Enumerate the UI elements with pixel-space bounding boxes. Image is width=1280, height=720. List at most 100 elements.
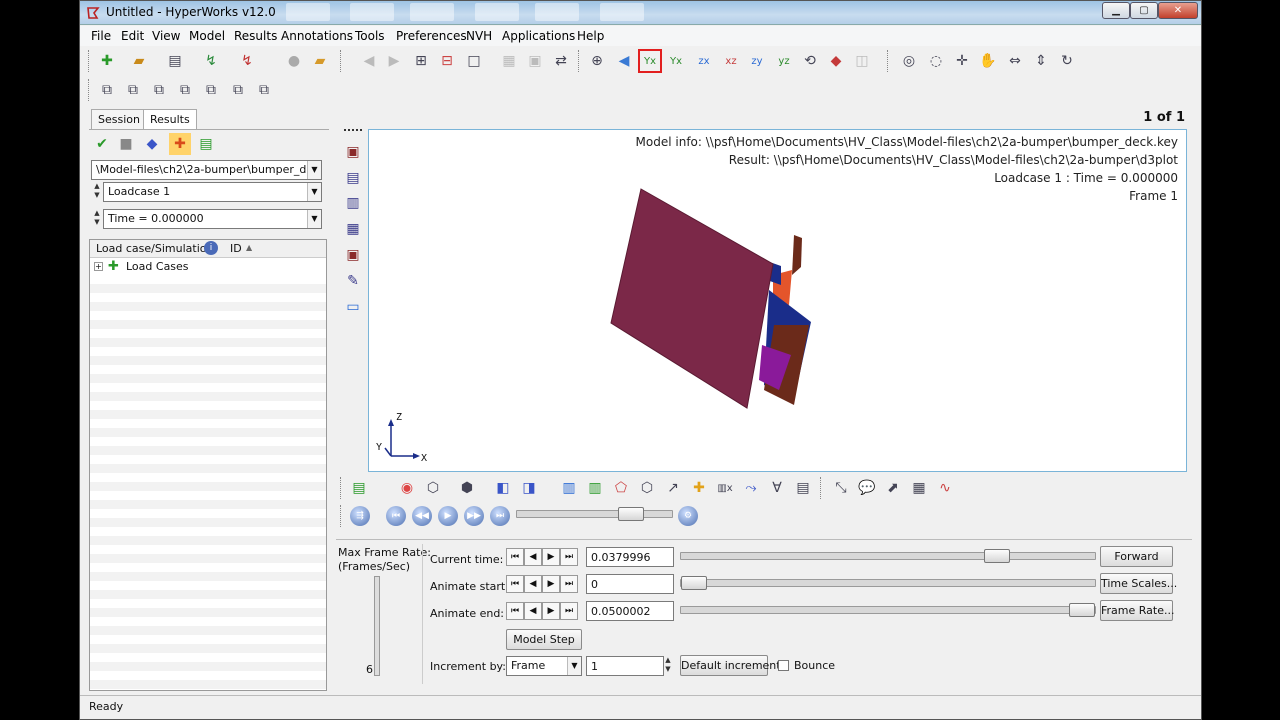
window-tool-1-icon[interactable]: ⧉	[96, 79, 118, 101]
window-tool-2-icon[interactable]: ⧉	[122, 79, 144, 101]
first-step-icon[interactable]: ⏮	[506, 575, 524, 593]
snap-icon[interactable]: ◫	[851, 50, 873, 72]
last-step-icon[interactable]: ⏭	[560, 602, 578, 620]
last-step-icon[interactable]: ⏭	[560, 548, 578, 566]
probe-icon[interactable]: ⬈	[882, 477, 904, 499]
menu-results[interactable]: Results	[234, 29, 277, 43]
current-time-input[interactable]: 0.0379996	[586, 547, 674, 567]
frame-rate-button[interactable]: Frame Rate...	[1100, 600, 1174, 621]
tree-item-load-cases[interactable]: Load Cases	[126, 260, 189, 273]
animate-icon[interactable]: ▤	[342, 167, 364, 189]
folder-icon[interactable]: ▰	[309, 50, 331, 72]
view-yz-icon[interactable]: yz	[773, 50, 795, 72]
export-icon[interactable]: ↯	[236, 50, 258, 72]
frame-rate-slider[interactable]	[374, 576, 380, 676]
expand-icon[interactable]: +	[94, 262, 103, 271]
next-frame-icon[interactable]: ▶▶	[464, 506, 484, 526]
time-spinner-icon[interactable]: ▲ ▼	[91, 209, 103, 229]
add-loadcase-icon[interactable]: ✚	[169, 133, 191, 155]
slider-thumb[interactable]	[618, 507, 644, 521]
animate-start-slider[interactable]	[680, 576, 1096, 590]
last-frame-icon[interactable]: ⏭	[490, 506, 510, 526]
add-page-icon[interactable]: ⊞	[410, 50, 432, 72]
view-zx-icon[interactable]: zx	[693, 50, 715, 72]
play-icon[interactable]: ▶	[438, 506, 458, 526]
zoom-window-icon[interactable]: ◌	[925, 50, 947, 72]
menu-help[interactable]: Help	[577, 29, 604, 43]
notes-icon[interactable]: ▤	[792, 477, 814, 499]
model-file-combo[interactable]: \Model-files\ch2\2a-bumper\bumper_deck.k…	[91, 160, 322, 180]
minimize-button[interactable]: ▁	[1102, 2, 1130, 19]
rotate-icon[interactable]: ✛	[951, 50, 973, 72]
animate-start-input[interactable]: 0	[586, 574, 674, 594]
view-xz-icon[interactable]: xz	[720, 50, 742, 72]
first-frame-icon[interactable]: ⏮	[386, 506, 406, 526]
increment-type-select[interactable]: Frame ▼	[506, 656, 582, 676]
window-tool-7-icon[interactable]: ⧉	[253, 79, 275, 101]
model-tool-icon[interactable]: ◆	[141, 133, 163, 155]
pan-hand-icon[interactable]: ✋	[977, 50, 999, 72]
animate-end-slider[interactable]	[680, 603, 1096, 617]
tree-col-loadcase[interactable]: Load case/Simulation	[96, 242, 213, 255]
back-page-icon[interactable]: ◀	[358, 50, 380, 72]
contour-tool-icon[interactable]: ▤	[195, 133, 217, 155]
slider-thumb[interactable]	[984, 549, 1010, 563]
loadcase-combo[interactable]: Loadcase 1 ▼	[103, 182, 322, 202]
step-forward-icon[interactable]: ▶	[542, 548, 560, 566]
load-results-icon[interactable]: ✔	[91, 133, 113, 155]
menu-view[interactable]: View	[152, 29, 180, 43]
cut-icon[interactable]: ⬡	[636, 477, 658, 499]
time-scales-button[interactable]: Time Scales...	[1100, 573, 1177, 594]
isometric-view-icon[interactable]: ⟲	[799, 50, 821, 72]
camera-icon[interactable]: ◆	[825, 50, 847, 72]
menu-model[interactable]: Model	[189, 29, 225, 43]
zoom-in-icon[interactable]: ⊕	[586, 50, 608, 72]
streamline-icon[interactable]: ∀	[766, 477, 788, 499]
save-icon[interactable]: ▤	[164, 50, 186, 72]
mesh-display-icon[interactable]: ⬡	[422, 477, 444, 499]
model-step-button[interactable]: Model Step	[506, 629, 582, 650]
mesh-icon[interactable]: ▦	[342, 218, 364, 240]
new-model-icon[interactable]: ✚	[96, 50, 118, 72]
bumper-model[interactable]	[369, 130, 1186, 471]
synchronize-windows-icon[interactable]: ⇄	[550, 50, 572, 72]
info-icon[interactable]: i	[204, 241, 218, 255]
contour-icon[interactable]: ▤	[348, 477, 370, 499]
step-forward-icon[interactable]: ▶	[542, 602, 560, 620]
cube-icon[interactable]: ⬢	[456, 477, 478, 499]
measure-icon[interactable]: ✚	[688, 477, 710, 499]
export-image-icon[interactable]: ▦	[908, 477, 930, 499]
spin-icon[interactable]: ↻	[1056, 50, 1078, 72]
page-layout-icon[interactable]: □	[463, 50, 485, 72]
window-tool-6-icon[interactable]: ⧉	[227, 79, 249, 101]
results-tool-icon[interactable]: ■	[115, 133, 137, 155]
menu-applications[interactable]: Applications	[502, 29, 575, 43]
previous-view-icon[interactable]: ◀	[613, 50, 635, 72]
zoom-fit-icon[interactable]: ◎	[898, 50, 920, 72]
step-back-icon[interactable]: ◀	[524, 548, 542, 566]
slider-thumb[interactable]	[681, 576, 707, 590]
bounce-checkbox[interactable]	[778, 660, 789, 671]
animation-slider[interactable]	[516, 507, 673, 521]
user-icon[interactable]: ●	[283, 50, 305, 72]
curve-icon[interactable]: ∿	[934, 477, 956, 499]
mirror-icon[interactable]: ◨	[518, 477, 540, 499]
tensor-icon[interactable]: ⤳	[740, 477, 762, 499]
window-type-icon[interactable]: ▣	[342, 141, 364, 163]
tab-session[interactable]: Session	[91, 109, 147, 130]
animation-mode-icon[interactable]: ⇶	[350, 506, 370, 526]
iso-icon[interactable]: ▥	[584, 477, 606, 499]
color-wheel-icon[interactable]: ◉	[396, 477, 418, 499]
close-button[interactable]: ✕	[1158, 2, 1198, 19]
last-step-icon[interactable]: ⏭	[560, 575, 578, 593]
previous-frame-icon[interactable]: ◀◀	[412, 506, 432, 526]
import-icon[interactable]: ↯	[200, 50, 222, 72]
loadcase-spinner-icon[interactable]: ▲ ▼	[91, 182, 103, 202]
maximize-button[interactable]: ▢	[1130, 2, 1158, 19]
delete-page-icon[interactable]: ⊟	[436, 50, 458, 72]
default-increment-button[interactable]: Default increment	[680, 655, 781, 676]
step-forward-icon[interactable]: ▶	[542, 575, 560, 593]
step-back-icon[interactable]: ◀	[524, 575, 542, 593]
tools-icon[interactable]: ✎	[342, 270, 364, 292]
tracing-icon[interactable]: ↗	[662, 477, 684, 499]
